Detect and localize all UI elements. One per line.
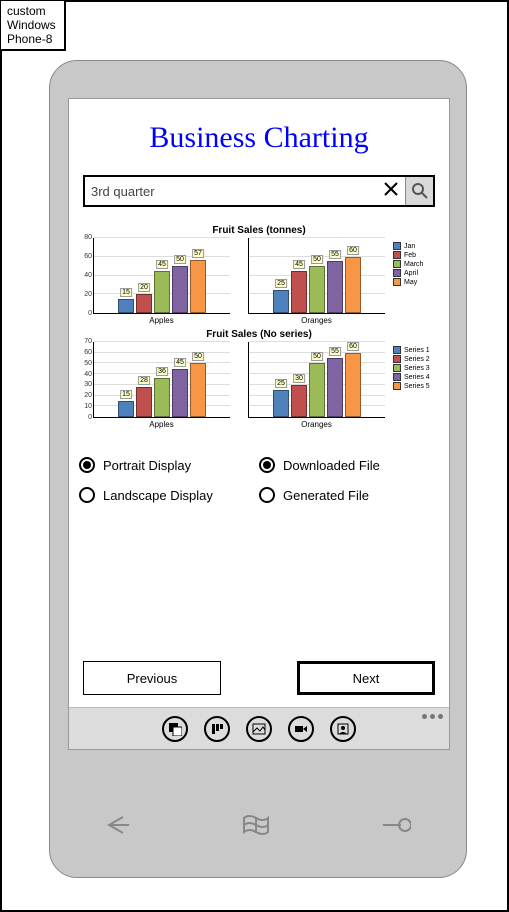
- windows-icon[interactable]: [241, 812, 271, 843]
- bar-value-label: 20: [138, 283, 150, 292]
- chart-block: Fruit Sales (No series) 70605040302010015…: [73, 329, 445, 429]
- bar: 15: [118, 299, 134, 313]
- radio-icon: [79, 487, 95, 503]
- search-hw-icon[interactable]: [381, 815, 411, 840]
- radio-generated[interactable]: Generated File: [259, 487, 439, 503]
- chart-plot: 8060402001520455057: [93, 238, 230, 314]
- app-bar: [69, 707, 449, 749]
- appbar-align-icon[interactable]: [204, 716, 230, 742]
- radio-icon: [79, 457, 95, 473]
- appbar-contact-icon[interactable]: [330, 716, 356, 742]
- more-icon[interactable]: [422, 714, 443, 719]
- phone-frame: Business Charting Fruit Sales (tonnes) 80…: [49, 60, 467, 878]
- bar-value-label: 15: [120, 390, 132, 399]
- chart-xlabel: Oranges: [248, 420, 385, 429]
- phone-screen: Business Charting Fruit Sales (tonnes) 80…: [68, 98, 450, 750]
- bar-value-label: 25: [275, 379, 287, 388]
- chart-legend: JanFebMarchAprilMay: [389, 238, 443, 325]
- previous-button[interactable]: Previous: [83, 661, 221, 695]
- bar: 50: [172, 266, 188, 313]
- chart-row: 8060402001520455057Apples2545505560Orang…: [73, 238, 445, 325]
- appbar-video-icon[interactable]: [288, 716, 314, 742]
- chart-xlabel: Oranges: [248, 316, 385, 325]
- chart-title: Fruit Sales (tonnes): [73, 225, 445, 236]
- bar-value-label: 25: [275, 279, 287, 288]
- bar-value-label: 50: [192, 352, 204, 361]
- bar: 45: [172, 369, 188, 417]
- nav-buttons: Previous Next: [83, 661, 435, 695]
- radio-label: Generated File: [283, 488, 369, 503]
- page-title: Business Charting: [69, 99, 449, 167]
- radio-label: Landscape Display: [103, 488, 213, 503]
- search-input[interactable]: [85, 184, 377, 199]
- bar-value-label: 55: [329, 250, 341, 259]
- button-label: Previous: [127, 671, 178, 686]
- bar-value-label: 30: [293, 374, 305, 383]
- bar: 30: [291, 385, 307, 417]
- chart-block: Fruit Sales (tonnes) 8060402001520455057 A…: [73, 225, 445, 325]
- bar: 45: [291, 271, 307, 313]
- button-label: Next: [353, 671, 380, 686]
- bar: 60: [345, 353, 361, 417]
- bar: 15: [118, 401, 134, 417]
- radio-landscape[interactable]: Landscape Display: [79, 487, 259, 503]
- bar-value-label: 60: [347, 246, 359, 255]
- chart-plot: 7060504030201001528364550: [93, 342, 230, 418]
- radio-icon: [259, 457, 275, 473]
- search-icon[interactable]: [405, 177, 433, 205]
- back-icon[interactable]: [105, 815, 131, 840]
- bar: 50: [190, 363, 206, 417]
- clear-icon[interactable]: [377, 180, 405, 203]
- bar-value-label: 28: [138, 376, 150, 385]
- bar: 60: [345, 257, 361, 313]
- chart-plot: 2545505560: [248, 238, 385, 314]
- bar-value-label: 45: [156, 260, 168, 269]
- bar-value-label: 50: [311, 352, 323, 361]
- bar-value-label: 55: [329, 347, 341, 356]
- chart-xlabel: Apples: [93, 316, 230, 325]
- radio-downloaded[interactable]: Downloaded File: [259, 457, 439, 473]
- radio-label: Portrait Display: [103, 458, 191, 473]
- radio-icon: [259, 487, 275, 503]
- bar: 28: [136, 387, 152, 417]
- search-bar: [83, 175, 435, 207]
- chart-xlabel: Apples: [93, 420, 230, 429]
- radio-portrait[interactable]: Portrait Display: [79, 457, 259, 473]
- chart-row: 7060504030201001528364550Apples253050556…: [73, 342, 445, 429]
- bar-value-label: 57: [192, 249, 204, 258]
- chart-title: Fruit Sales (No series): [73, 329, 445, 340]
- bar: 45: [154, 271, 170, 313]
- wireframe-tab: custom Windows Phone-8: [2, 2, 16, 24]
- bar-value-label: 45: [174, 358, 186, 367]
- next-button[interactable]: Next: [297, 661, 435, 695]
- bar: 25: [273, 390, 289, 417]
- hardware-buttons: [50, 812, 466, 843]
- radio-group: Portrait Display Downloaded File Landsca…: [79, 457, 439, 503]
- chart-plot: 2530505560: [248, 342, 385, 418]
- bar: 50: [309, 266, 325, 313]
- bar: 55: [327, 261, 343, 313]
- canvas: custom Windows Phone-8 Business Charting…: [0, 0, 509, 912]
- chart-region: Fruit Sales (tonnes) 8060402001520455057 A…: [73, 225, 445, 429]
- bar: 50: [309, 363, 325, 417]
- appbar-image-icon[interactable]: [246, 716, 272, 742]
- bar: 20: [136, 294, 152, 313]
- bar: 25: [273, 290, 289, 313]
- bar-value-label: 45: [293, 260, 305, 269]
- chart-legend: Series 1Series 2Series 3Series 4Series 5: [389, 342, 443, 429]
- bar: 55: [327, 358, 343, 417]
- radio-label: Downloaded File: [283, 458, 380, 473]
- bar: 57: [190, 260, 206, 313]
- bar-value-label: 15: [120, 288, 132, 297]
- bar-value-label: 50: [311, 255, 323, 264]
- bar-value-label: 60: [347, 342, 359, 351]
- appbar-add-icon[interactable]: [162, 716, 188, 742]
- bar: 36: [154, 378, 170, 417]
- bar-value-label: 36: [156, 367, 168, 376]
- bar-value-label: 50: [174, 255, 186, 264]
- wireframe-tab-label: custom Windows Phone-8: [7, 4, 56, 46]
